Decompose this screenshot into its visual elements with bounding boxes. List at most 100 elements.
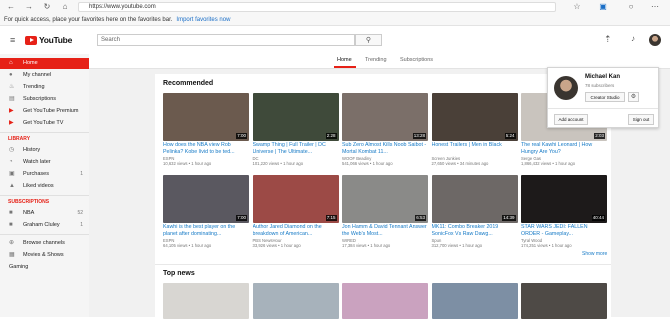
refresh-icon[interactable]: ↻ (40, 0, 54, 14)
news-card[interactable] (252, 283, 339, 323)
sidebar-item-liked-videos[interactable]: ▲ Liked videos (0, 181, 89, 192)
video-thumbnail[interactable]: 7:00 (163, 93, 249, 141)
add-account-button[interactable]: Add account (554, 114, 588, 125)
video-title[interactable]: Jon Hamm & David Tennant Answer the Web'… (342, 224, 428, 238)
account-avatar[interactable] (554, 76, 578, 100)
profile-icon[interactable]: ○ (624, 0, 638, 14)
sidebar-item-graham-cluley[interactable]: ■ Graham Cluley 1 (0, 220, 89, 231)
news-card[interactable] (431, 283, 518, 323)
video-title[interactable]: Swamp Thing | Full Trailer | DC Universe… (253, 142, 339, 156)
sidebar-item-watch-later[interactable]: ◔ Watch later (0, 157, 89, 168)
menu-dots-icon[interactable]: ⋯ (648, 0, 662, 14)
video-title[interactable]: MK11: Combo Breaker 2019 SonicFox Vs Raw… (432, 224, 518, 238)
youtube-logo-text[interactable]: YouTube (39, 35, 72, 45)
tab-home[interactable]: Home (337, 57, 352, 63)
upload-icon[interactable]: ⇡ (604, 34, 612, 45)
favorite-star-icon[interactable]: ☆ (570, 0, 584, 14)
extension-icon[interactable]: ▣ (596, 0, 610, 14)
search-icon: ⚲ (365, 37, 372, 44)
clock-icon: ◔ (9, 159, 13, 165)
sidebar-item-home[interactable]: ⌂ Home (0, 58, 89, 69)
search-button[interactable]: ⚲ (355, 34, 382, 46)
sidebar-item-history[interactable]: ◷ History (0, 145, 89, 156)
video-card[interactable]: 7:00 Kawhi is the best player on the plan… (163, 175, 249, 249)
person-icon: ● (9, 72, 13, 78)
sidebar-item-get-youtube-premium[interactable]: ▶ Get YouTube Premium (0, 106, 89, 117)
video-title[interactable]: Kawhi is the best player on the planet a… (163, 224, 249, 238)
sidebar-item-label: My channel (23, 72, 52, 78)
video-card[interactable]: 2:28 Swamp Thing | Full Trailer | DC Univ… (252, 93, 339, 167)
duration-badge: 7:00 (236, 215, 247, 221)
creator-studio-button[interactable]: Creator Studio (585, 92, 625, 102)
video-meta: 101,220 views • 1 hour ago (252, 161, 304, 166)
nba-avatar: ■ (9, 210, 13, 216)
video-thumbnail[interactable] (521, 283, 607, 319)
video-thumbnail[interactable] (431, 283, 518, 319)
video-title[interactable]: Sub Zero Almost Kills Noob Saibot - Mort… (342, 142, 428, 156)
hamburger-icon[interactable]: ≡ (10, 35, 15, 45)
video-thumbnail[interactable]: 7:15 (252, 175, 339, 223)
address-bar[interactable]: https://www.youtube.com (78, 2, 556, 12)
bell-icon[interactable]: ♪ (631, 34, 635, 43)
video-card[interactable]: 13:28 Sub Zero Almost Kills Noob Saibot -… (342, 93, 428, 167)
video-card[interactable]: 40:44 STAR WARS JEDI: FALLEN ORDER - Game… (521, 175, 607, 249)
video-card[interactable]: 14:39 MK11: Combo Breaker 2019 SonicFox V… (431, 175, 518, 249)
sidebar-item-trending[interactable]: ♨ Trending (0, 82, 89, 93)
library-heading: LIBRARY (8, 136, 31, 142)
video-card[interactable]: 7:00 How does the NBA view Rob Pelinka? K… (163, 93, 249, 167)
video-meta: 312,700 views • 1 hour ago (431, 243, 483, 248)
subscriptions-icon: ▤ (9, 96, 15, 102)
sidebar-item-gaming[interactable]: Gaming (0, 262, 89, 273)
settings-button[interactable]: ⚙ (628, 92, 639, 102)
video-thumbnail[interactable] (252, 283, 339, 319)
video-thumbnail[interactable]: 2:28 (252, 93, 339, 141)
sidebar-item-nba[interactable]: ■ NBA 52 (0, 208, 89, 219)
show-more-link[interactable]: Show more (582, 251, 607, 257)
sidebar-item-get-youtube-tv[interactable]: ▶ Get YouTube TV (0, 118, 89, 129)
video-title[interactable]: Honest Trailers | Men in Black (432, 142, 518, 149)
sidebar-item-subscriptions[interactable]: ▤ Subscriptions (0, 94, 89, 105)
video-title[interactable]: How does the NBA view Rob Pelinka? Kobe … (163, 142, 249, 156)
sidebar-item-my-channel[interactable]: ● My channel (0, 70, 89, 81)
search-input[interactable]: Search (97, 34, 355, 46)
news-card[interactable] (163, 283, 249, 323)
tab-subscriptions[interactable]: Subscriptions (400, 57, 433, 63)
video-title[interactable]: Author Jared Diamond on the breakdown of… (253, 224, 339, 238)
video-meta: 17,384 views • 1 hour ago (342, 243, 391, 248)
sidebar-item-label: History (23, 147, 41, 153)
avatar[interactable] (649, 34, 661, 46)
favorites-bar: For quick access, place your favorites h… (0, 14, 670, 26)
video-thumbnail[interactable]: 14:39 (431, 175, 518, 223)
sidebar-item-purchases[interactable]: ▣ Purchases 1 (0, 169, 89, 180)
sidebar-item-movies-shows[interactable]: ▦ Movies & Shows (0, 250, 89, 261)
back-icon[interactable]: ← (4, 0, 18, 14)
sign-out-button[interactable]: Sign out (628, 114, 654, 125)
duration-badge: 2:28 (325, 133, 337, 139)
video-thumbnail[interactable]: 5:24 (431, 93, 518, 141)
forward-icon[interactable]: → (22, 0, 36, 14)
video-card[interactable]: 7:15 Author Jared Diamond on the breakdow… (252, 175, 339, 249)
duration-badge: 13:28 (412, 133, 426, 139)
video-thumbnail[interactable]: 40:44 (521, 175, 607, 223)
home-browser-icon[interactable]: ⌂ (58, 0, 72, 14)
flame-icon: ♨ (9, 84, 15, 90)
tab-trending[interactable]: Trending (365, 57, 387, 63)
news-card[interactable] (521, 283, 607, 323)
youtube-logo-icon[interactable] (25, 36, 37, 45)
video-card[interactable]: 5:24 Honest Trailers | Men in Black Screen… (431, 93, 518, 167)
item-count: 1 (80, 222, 83, 228)
video-thumbnail[interactable]: 13:28 (342, 93, 428, 141)
video-thumbnail[interactable] (163, 283, 249, 319)
video-card[interactable]: 6:53 Jon Hamm & David Tennant Answer the … (342, 175, 428, 249)
sidebar-item-label: Graham Cluley (23, 222, 60, 228)
video-thumbnail[interactable]: 7:00 (163, 175, 249, 223)
news-card[interactable] (342, 283, 428, 323)
import-favorites-link[interactable]: Import favorites now (176, 17, 230, 23)
film-icon: ▦ (9, 252, 15, 258)
video-thumbnail[interactable] (342, 283, 428, 319)
video-thumbnail[interactable]: 6:53 (342, 175, 428, 223)
sidebar-item-browse-channels[interactable]: ⊕ Browse channels (0, 238, 89, 249)
video-title[interactable]: STAR WARS JEDI: FALLEN ORDER - Gameplay.… (521, 224, 607, 238)
video-title[interactable]: The real Kawhi Leonard | How Hungry Are … (521, 142, 607, 156)
duration-badge: 7:00 (236, 133, 247, 139)
